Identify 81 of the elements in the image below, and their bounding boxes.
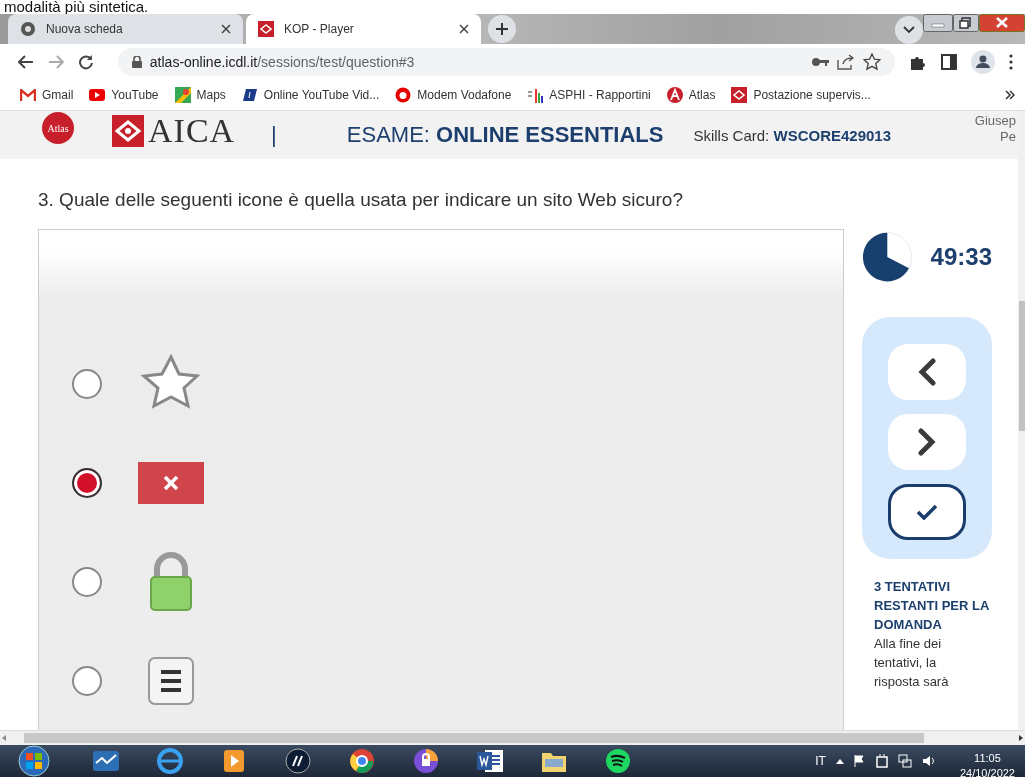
menu-icon[interactable] <box>1009 54 1013 70</box>
plus-icon <box>495 22 509 36</box>
bookmark-item[interactable]: YouTube <box>89 88 159 102</box>
chevron-down-icon <box>903 26 915 34</box>
check-icon <box>916 504 938 520</box>
close-button[interactable] <box>979 14 1025 32</box>
close-icon[interactable] <box>221 24 231 34</box>
map-pin-icon <box>174 87 191 103</box>
minimize-button[interactable] <box>923 14 953 32</box>
user-name: Pe <box>999 129 1016 145</box>
restore-button[interactable] <box>953 14 979 32</box>
logo-icon <box>395 87 412 103</box>
mail-icon <box>20 89 36 101</box>
text-fragment: modalità più sintetica. <box>4 0 149 15</box>
bookmark-item[interactable]: Modem Vodafone <box>395 87 512 103</box>
chevron-icon[interactable] <box>1005 90 1015 100</box>
bookmark-item[interactable]: ASPHI - Rapportini <box>527 87 651 103</box>
word-app-icon[interactable] <box>475 747 505 775</box>
power-icon[interactable] <box>875 754 888 768</box>
music-app-icon[interactable] <box>603 747 633 775</box>
radio-button[interactable] <box>72 566 102 597</box>
vpn-app-icon[interactable] <box>411 747 441 775</box>
question-text: 3. Quale delle seguenti icone è quella usata per indicare un sito Web sicuro? <box>38 189 683 210</box>
logo-icon <box>731 87 748 103</box>
video-icon <box>241 87 258 103</box>
attempts-title: 3 TENTATIVI RESTANTI PER LA DOMANDA <box>874 578 990 634</box>
bookmark-item[interactable]: Online YouTube Vid... <box>241 87 380 103</box>
tab-search-button[interactable] <box>895 16 923 44</box>
close-icon[interactable] <box>459 24 469 34</box>
logo-icon <box>112 115 144 147</box>
globe-icon <box>20 21 36 37</box>
browser-tab[interactable]: KOP - Player <box>246 14 481 44</box>
padlock-icon <box>148 551 194 612</box>
chart-icon <box>527 87 544 103</box>
logo-icon <box>258 21 274 37</box>
menu-icon <box>147 655 195 706</box>
flag-icon[interactable] <box>853 755 866 767</box>
caret-icon[interactable] <box>835 758 844 764</box>
profile-icon[interactable] <box>971 50 995 74</box>
confirm-button[interactable] <box>888 484 966 540</box>
logo-icon <box>666 87 683 103</box>
chevron-left-icon <box>917 358 937 386</box>
lock-icon <box>131 56 142 68</box>
next-button[interactable] <box>888 414 966 470</box>
back-icon[interactable] <box>18 55 34 69</box>
speaker-icon[interactable] <box>921 755 936 767</box>
user-name: Giusep <box>974 113 1016 129</box>
language-indicator[interactable]: IT <box>815 754 826 768</box>
scrollbar-thumb[interactable] <box>24 733 924 743</box>
address-bar[interactable]: atlas-online.icdl.it/sessions/test/question#3 <box>117 48 896 76</box>
bookmark-item[interactable]: Atlas <box>666 87 716 103</box>
reload-icon[interactable] <box>77 54 94 70</box>
scrollbar-thumb[interactable] <box>1019 301 1025 431</box>
timer-text: 49:33 <box>930 243 992 271</box>
network-icon[interactable] <box>897 754 912 768</box>
browser-icon[interactable] <box>347 747 377 775</box>
exam-title: ESAME: ONLINE ESSENTIALS <box>346 122 664 148</box>
atlas-logo: Atlas <box>42 112 74 144</box>
previous-button[interactable] <box>888 344 966 400</box>
chevron-right-icon <box>917 428 937 456</box>
brand-name: AICA <box>148 112 236 150</box>
clock-time[interactable]: 11:05 <box>974 751 1001 766</box>
separator: | <box>271 122 277 148</box>
star-icon[interactable] <box>863 53 882 71</box>
skills-card-label: Skills Card: WSCORE429013 <box>693 126 892 144</box>
timer-pie-drawing <box>862 231 913 283</box>
attempts-note: Alla fine dei tentativi, la risposta sarà <box>874 635 950 691</box>
bookmark-item[interactable]: Gmail <box>20 88 74 102</box>
radio-button[interactable] <box>72 665 102 696</box>
play-icon <box>89 89 106 101</box>
key-icon[interactable] <box>811 57 830 67</box>
radio-button[interactable] <box>72 468 102 499</box>
new-tab-button[interactable] <box>488 15 516 43</box>
browser-tab[interactable]: Nuova scheda <box>8 14 243 44</box>
error-icon <box>138 462 204 505</box>
bookmark-item[interactable]: Maps <box>174 87 226 103</box>
bookmark-item[interactable]: Postazione supervis... <box>731 87 871 103</box>
side-panel-icon[interactable] <box>941 54 958 70</box>
radio-button[interactable] <box>72 369 102 400</box>
clock-date[interactable]: 24/10/2022 <box>959 766 1015 777</box>
share-icon[interactable] <box>837 54 856 70</box>
